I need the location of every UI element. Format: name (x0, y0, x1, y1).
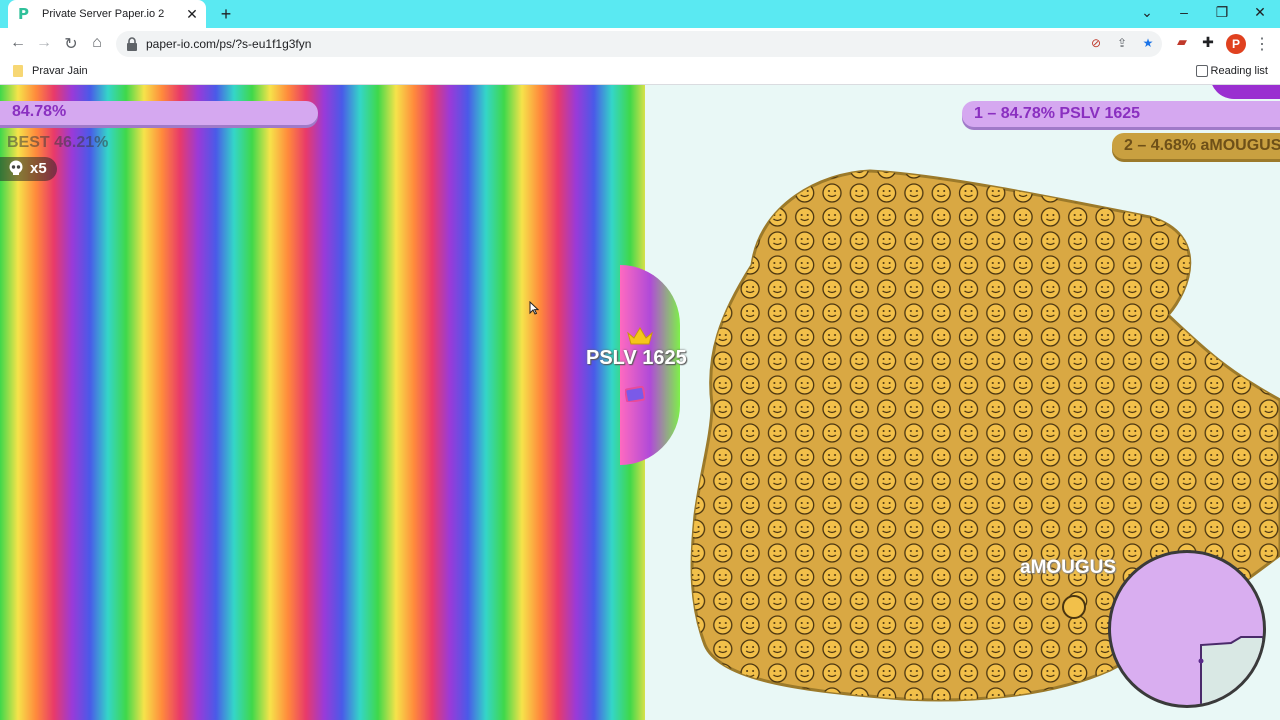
lock-icon (127, 37, 137, 51)
reload-icon[interactable]: ↻ (61, 34, 81, 54)
share-icon[interactable]: ⇪ (1114, 36, 1130, 50)
territory-percent: 84.78% (12, 103, 67, 120)
forward-icon[interactable]: → (34, 34, 54, 52)
tab-bar: P Private Server Paper.io 2 ✕ + ⌄ – ❐ ✕ (0, 0, 1280, 28)
menu-icon[interactable]: ⋮ (1252, 34, 1272, 54)
extension-car-icon[interactable]: ▰ (1172, 34, 1192, 50)
home-icon[interactable]: ⌂ (87, 34, 107, 52)
star-icon[interactable]: ★ (1140, 36, 1156, 50)
restore-icon[interactable]: ❐ (1212, 4, 1232, 21)
reading-list-icon (1196, 65, 1208, 77)
leaderboard-entry-1: 1 – 84.78% PSLV 1625 (974, 105, 1141, 122)
address-bar[interactable]: paper-io.com/ps/?s-eu1f1g3fyn ⊘ ⇪ ★ (116, 31, 1162, 57)
tab-title: Private Server Paper.io 2 (42, 8, 165, 20)
browser-toolbar: ← → ↻ ⌂ paper-io.com/ps/?s-eu1f1g3fyn ⊘ … (0, 28, 1280, 60)
minimize-icon[interactable]: – (1174, 4, 1194, 20)
player-avatar (625, 386, 645, 402)
best-score: BEST 46.21% (7, 134, 109, 151)
crown-icon (627, 327, 653, 345)
tab-close-icon[interactable]: ✕ (184, 6, 200, 23)
bookmark-folder-icon (13, 65, 23, 77)
minimap (1108, 550, 1266, 708)
extensions-icon[interactable]: ✚ (1198, 34, 1218, 51)
territory-percent-bar: 84.78% (0, 101, 318, 125)
enemy-territory-layer (690, 169, 1280, 702)
new-tab-button[interactable]: + (216, 4, 236, 25)
url-text: paper-io.com/ps/?s-eu1f1g3fyn (146, 37, 312, 51)
reading-list-button[interactable]: Reading list (1211, 65, 1268, 77)
profile-avatar[interactable]: P (1226, 34, 1246, 54)
player-name-label: PSLV 1625 (586, 347, 687, 369)
leaderboard-row-2: 2 – 4.68% aMOUGUS (1112, 133, 1280, 159)
leaderboard-row-1: 1 – 84.78% PSLV 1625 (962, 101, 1280, 127)
bookmark-item[interactable]: Pravar Jain (32, 65, 88, 77)
cursor-icon (529, 301, 539, 315)
game-canvas[interactable]: 84.78% BEST 46.21% x5 1 – 84.78% PSLV 16… (0, 85, 1280, 720)
blocked-icon[interactable]: ⊘ (1088, 36, 1104, 50)
enemy-head (1062, 595, 1086, 619)
bookmarks-bar: Pravar Jain Reading list (0, 60, 1280, 85)
browser-tab[interactable]: P Private Server Paper.io 2 ✕ (8, 0, 206, 28)
leaderboard-entry-2: 2 – 4.68% aMOUGUS (1124, 137, 1280, 154)
back-icon[interactable]: ← (8, 34, 28, 52)
kill-count: x5 (30, 160, 47, 177)
tab-search-icon[interactable]: ⌄ (1137, 4, 1157, 21)
kill-counter: x5 (0, 157, 57, 181)
window-close-icon[interactable]: ✕ (1250, 4, 1270, 21)
skull-icon (9, 160, 23, 175)
paperio-favicon-icon: P (18, 5, 29, 23)
enemy-name-label: aMOUGUS (1020, 557, 1117, 578)
minimap-enemy-zone (1198, 636, 1263, 705)
